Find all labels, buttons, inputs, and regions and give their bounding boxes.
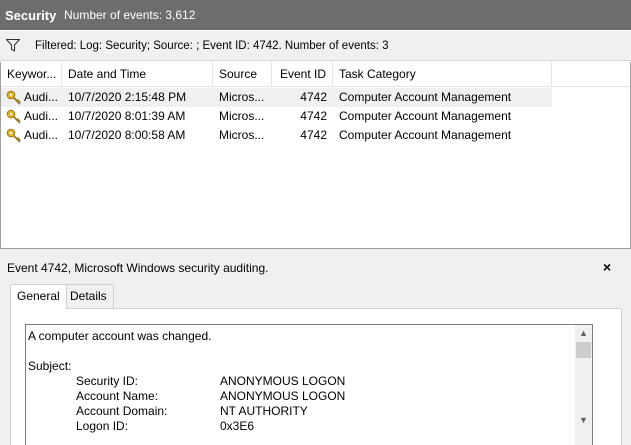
field-value: ANONYMOUS LOGON (220, 389, 346, 403)
cell-date-time: 10/7/2020 2:15:48 PM (68, 90, 187, 104)
tab-general[interactable]: General (10, 284, 67, 309)
cell-keyword: Audi... (24, 128, 59, 142)
field-value: NT AUTHORITY (220, 404, 308, 418)
funnel-icon (6, 39, 20, 52)
events-grid[interactable]: Keywor... Date and Time Source Event ID … (0, 62, 631, 248)
event-description-textbox[interactable]: A computer account was changed. Subject:… (25, 324, 593, 445)
cell-source: Micros... (219, 109, 265, 123)
close-icon[interactable]: × (603, 259, 611, 275)
log-title-bar: Security Number of events: 3,612 (0, 0, 631, 30)
table-row[interactable]: Audi... 10/7/2020 8:00:58 AM Micros... 4… (1, 126, 552, 145)
filter-description: Filtered: Log: Security; Source: ; Event… (35, 40, 389, 52)
subject-label: Subject: (28, 359, 72, 373)
tab-details[interactable]: Details (63, 284, 114, 308)
table-row[interactable]: Audi... 10/7/2020 2:15:48 PM Micros... 4… (1, 88, 552, 107)
cell-event-id: 4742 (300, 109, 327, 123)
filter-bar: Filtered: Log: Security; Source: ; Event… (0, 31, 631, 61)
key-icon (6, 109, 21, 124)
scroll-down-icon[interactable]: ▼ (575, 412, 592, 429)
field-label: Account Domain: (76, 404, 168, 418)
scroll-thumb[interactable] (576, 342, 591, 358)
field-label: Account Name: (76, 389, 159, 403)
cell-task-category: Computer Account Management (339, 109, 512, 123)
column-header-date-time[interactable]: Date and Time (62, 62, 213, 87)
cell-event-id: 4742 (300, 128, 327, 142)
cell-source: Micros... (219, 128, 265, 142)
cell-source: Micros... (219, 90, 265, 104)
pane-splitter[interactable] (0, 248, 631, 257)
cell-task-category: Computer Account Management (339, 90, 512, 104)
table-row[interactable]: Audi... 10/7/2020 8:01:39 AM Micros... 4… (1, 107, 552, 126)
cell-date-time: 10/7/2020 8:00:58 AM (68, 128, 186, 142)
cell-keyword: Audi... (24, 109, 59, 123)
event-detail-pane: Event 4742, Microsoft Windows security a… (0, 257, 631, 445)
key-icon (6, 90, 21, 105)
grid-header: Keywor... Date and Time Source Event ID … (1, 62, 630, 87)
field-value: ANONYMOUS LOGON (220, 374, 346, 388)
cell-task-category: Computer Account Management (339, 128, 512, 142)
general-tab-panel: A computer account was changed. Subject:… (10, 308, 622, 445)
scroll-up-icon[interactable]: ▲ (575, 325, 592, 342)
description-text: A computer account was changed. (28, 329, 212, 343)
cell-date-time: 10/7/2020 8:01:39 AM (68, 109, 186, 123)
detail-title: Event 4742, Microsoft Windows security a… (7, 261, 269, 275)
column-header-source[interactable]: Source (213, 62, 272, 87)
column-header-keywords[interactable]: Keywor... (1, 62, 62, 87)
column-header-task-category[interactable]: Task Category (333, 62, 552, 87)
vertical-scrollbar[interactable]: ▲ ▼ (575, 325, 592, 445)
event-count: Number of events: 3,612 (64, 8, 196, 22)
log-name: Security (5, 7, 57, 23)
cell-event-id: 4742 (300, 90, 327, 104)
field-value: 0x3E6 (220, 419, 255, 433)
key-icon (6, 128, 21, 143)
cell-keyword: Audi... (24, 90, 59, 104)
column-header-event-id[interactable]: Event ID (272, 62, 333, 87)
field-label: Security ID: (76, 374, 139, 388)
field-label: Logon ID: (76, 419, 129, 433)
